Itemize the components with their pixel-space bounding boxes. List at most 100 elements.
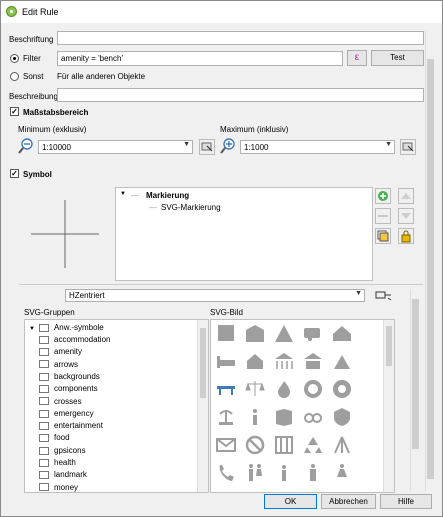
collapse-arrow-icon[interactable]: ▼ [120,191,126,197]
svg-group-item[interactable]: crosses [39,397,82,409]
chevron-down-icon: ▼ [355,290,362,297]
test-button[interactable]: Test [371,50,424,66]
svg-symbol-shelter-icon[interactable] [273,350,295,372]
svg-symbol-caravan-icon[interactable] [302,322,324,344]
svg-image-grid[interactable] [210,319,395,493]
folder-icon [39,397,49,406]
svg-group-item[interactable]: food [39,433,70,445]
epsilon-icon: ε [354,52,360,63]
svg-group-item[interactable]: arrows [39,360,78,372]
max-current-scale-button[interactable] [400,139,416,155]
svg-group-label: gpsicons [54,445,86,455]
dialog-scrollbar[interactable] [425,31,435,491]
svg-symbol-bed-icon[interactable] [215,350,237,372]
svg-group-label: entertainment [54,421,103,431]
collapse-arrow-icon[interactable]: ▼ [29,326,35,332]
svg-symbol-fire-icon[interactable] [273,378,295,400]
expression-epsilon-button[interactable]: ε [347,50,367,66]
svg-symbol-post-box-icon[interactable] [215,434,237,456]
svg-symbol-prison-icon[interactable] [273,434,295,456]
svg-group-label: health [54,458,76,467]
symbol-checkbox[interactable]: ✓ [10,169,19,178]
svg-group-item[interactable]: health [39,458,76,470]
svg-symbol-info-icon[interactable] [244,406,266,428]
help-button[interactable]: Hilfe [380,494,432,509]
qgis-logo-icon [6,6,17,17]
ok-button[interactable]: OK [264,494,317,509]
images-scrollbar-thumb[interactable] [386,326,392,366]
folder-icon [39,446,49,455]
scale-checkbox[interactable]: ✓ [10,107,19,116]
groups-scrollbar[interactable] [197,320,208,492]
svg-group-item[interactable]: gpsicons [39,446,86,458]
groups-scrollbar-thumb[interactable] [200,328,206,398]
svg-symbol-bench-empty[interactable] [215,322,237,344]
dialog-scrollbar-thumb[interactable] [427,59,434,479]
svg-marker-layer-item[interactable]: SVG-Markierung [161,203,221,212]
svg-groups-tree[interactable]: ▼ Anw.-symbole accommodation amenity arrows… [24,319,209,493]
svg-group-label: crosses [54,396,82,406]
splitter-line[interactable] [19,284,423,285]
svg-group-root[interactable]: ▼ Anw.-symbole [29,323,104,335]
symbol-settings-scrollbar-thumb[interactable] [412,299,419,449]
anchor-value: HZentriert [69,291,105,300]
svg-symbol-house-icon[interactable] [244,350,266,372]
svg-group-item[interactable]: amenity [39,347,82,359]
move-down-button[interactable] [398,208,414,224]
svg-group-item[interactable]: entertainment [39,421,103,433]
zoom-out-icon[interactable] [18,138,34,154]
symbol-settings-scrollbar[interactable] [410,289,420,491]
svg-symbol-police-icon[interactable] [331,378,353,400]
data-defined-override-icon[interactable] [375,289,393,301]
svg-symbol-recycling-icon[interactable] [302,434,324,456]
svg-group-item[interactable]: backgrounds [39,372,100,384]
move-up-button[interactable] [398,188,414,204]
svg-group-label: emergency [54,408,94,418]
svg-symbol-toilets-men-icon[interactable] [302,462,324,484]
svg-symbol-book-icon[interactable] [273,406,295,428]
svg-symbol-wc-icon[interactable] [273,462,295,484]
symbol-layer-tree[interactable]: ▼ — Markierung — SVG-Markierung [115,187,373,281]
svg-group-item[interactable]: landmark [39,470,87,482]
svg-symbol-handcuffs-icon[interactable] [302,406,324,428]
duplicate-layer-button[interactable] [375,228,391,244]
svg-group-item[interactable]: accommodation [39,335,110,347]
arrow-up-icon [401,193,411,199]
svg-symbol-chalet-icon[interactable] [331,322,353,344]
svg-symbol-tent-icon[interactable] [273,322,295,344]
svg-symbol-survey-point-icon[interactable] [331,434,353,456]
min-current-scale-button[interactable] [199,139,215,155]
svg-symbol-hostel-icon[interactable] [302,350,324,372]
remove-layer-button[interactable] [375,208,391,224]
filter-input[interactable]: amenity = 'bench' [57,51,343,66]
lock-layer-button[interactable] [398,228,414,244]
max-scale-combo[interactable]: 1:1000 ▼ [240,140,395,154]
svg-symbol-telephone-icon[interactable] [215,462,237,484]
images-scrollbar[interactable] [383,320,394,492]
zoom-in-icon[interactable] [220,138,236,154]
svg-symbol-fountain-icon[interactable] [215,406,237,428]
svg-symbol-toilets-icon[interactable] [244,462,266,484]
anchor-combo[interactable]: HZentriert ▼ [65,289,365,302]
svg-symbol-camping-icon[interactable] [331,350,353,372]
svg-symbol-bench-icon[interactable] [215,378,237,400]
filter-radio[interactable] [10,54,19,63]
svg-symbol-hotel-icon[interactable] [244,322,266,344]
svg-symbol-police-station-icon[interactable] [331,406,353,428]
svg-group-item[interactable]: money [39,483,78,492]
svg-group-item[interactable]: emergency [39,409,94,421]
svg-symbol-fire-station-icon[interactable] [302,378,324,400]
min-scale-combo[interactable]: 1:10000 ▼ [38,140,193,154]
svg-symbol-prohibited-icon[interactable] [244,434,266,456]
add-layer-button[interactable] [375,188,391,204]
svg-symbol-toilets-women-icon[interactable] [331,462,353,484]
description-caption: Beschreibung [9,92,58,101]
svg-symbol-courthouse-icon[interactable] [244,378,266,400]
svg-group-item[interactable]: components [39,384,98,396]
else-radio[interactable] [10,72,19,81]
marker-layer-item[interactable]: Markierung [146,191,189,200]
description-input[interactable] [57,88,424,102]
label-input[interactable] [57,31,424,45]
cancel-button[interactable]: Abbrechen [321,494,376,509]
min-scale-caption: Minimum (exklusiv) [18,125,87,134]
